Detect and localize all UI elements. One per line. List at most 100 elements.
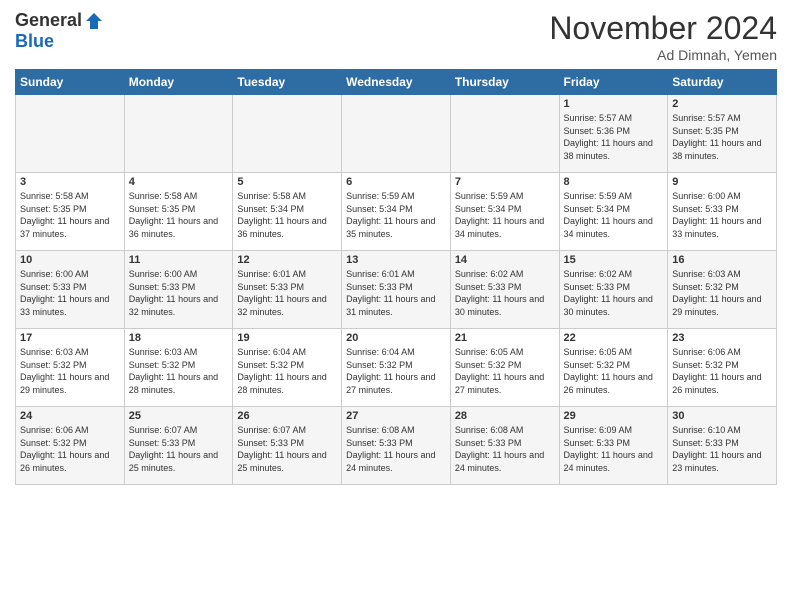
- calendar-cell: 13 Sunrise: 6:01 AM Sunset: 5:33 PM Dayli…: [342, 251, 451, 329]
- day-number: 8: [564, 176, 664, 188]
- day-number: 20: [346, 332, 446, 344]
- calendar-cell: [16, 95, 125, 173]
- day-number: 10: [20, 254, 120, 266]
- day-info: Sunrise: 5:59 AM Sunset: 5:34 PM Dayligh…: [455, 190, 555, 240]
- calendar-table: SundayMondayTuesdayWednesdayThursdayFrid…: [15, 69, 777, 485]
- day-number: 12: [237, 254, 337, 266]
- calendar-cell: [124, 95, 233, 173]
- calendar-cell: 17 Sunrise: 6:03 AM Sunset: 5:32 PM Dayli…: [16, 329, 125, 407]
- day-info: Sunrise: 6:07 AM Sunset: 5:33 PM Dayligh…: [129, 424, 229, 474]
- day-number: 21: [455, 332, 555, 344]
- calendar-cell: 18 Sunrise: 6:03 AM Sunset: 5:32 PM Dayli…: [124, 329, 233, 407]
- day-number: 26: [237, 410, 337, 422]
- calendar-cell: 10 Sunrise: 6:00 AM Sunset: 5:33 PM Dayli…: [16, 251, 125, 329]
- day-number: 11: [129, 254, 229, 266]
- calendar-cell: 29 Sunrise: 6:09 AM Sunset: 5:33 PM Dayli…: [559, 407, 668, 485]
- calendar-cell: 15 Sunrise: 6:02 AM Sunset: 5:33 PM Dayli…: [559, 251, 668, 329]
- day-number: 25: [129, 410, 229, 422]
- header: General Blue November 2024 Ad Dimnah, Ye…: [15, 10, 777, 63]
- day-info: Sunrise: 5:59 AM Sunset: 5:34 PM Dayligh…: [564, 190, 664, 240]
- calendar-cell: 23 Sunrise: 6:06 AM Sunset: 5:32 PM Dayli…: [668, 329, 777, 407]
- day-info: Sunrise: 6:07 AM Sunset: 5:33 PM Dayligh…: [237, 424, 337, 474]
- day-number: 27: [346, 410, 446, 422]
- day-info: Sunrise: 6:03 AM Sunset: 5:32 PM Dayligh…: [129, 346, 229, 396]
- calendar-cell: 25 Sunrise: 6:07 AM Sunset: 5:33 PM Dayli…: [124, 407, 233, 485]
- day-info: Sunrise: 6:10 AM Sunset: 5:33 PM Dayligh…: [672, 424, 772, 474]
- calendar-cell: 24Sunrise: 6:06 AM Sunset: 5:32 PM Dayli…: [16, 407, 125, 485]
- title-block: November 2024 Ad Dimnah, Yemen: [549, 10, 777, 63]
- day-number: 16: [672, 254, 772, 266]
- calendar-cell: [233, 95, 342, 173]
- day-info: Sunrise: 6:06 AM Sunset: 5:32 PM Dayligh…: [20, 424, 120, 474]
- logo-blue-text: Blue: [15, 31, 54, 51]
- day-info: Sunrise: 5:57 AM Sunset: 5:36 PM Dayligh…: [564, 112, 664, 162]
- calendar-cell: 9 Sunrise: 6:00 AM Sunset: 5:33 PM Daylig…: [668, 173, 777, 251]
- calendar-cell: 5 Sunrise: 5:58 AM Sunset: 5:34 PM Daylig…: [233, 173, 342, 251]
- logo-general-text: General: [15, 10, 82, 31]
- calendar-week-3: 10 Sunrise: 6:00 AM Sunset: 5:33 PM Dayli…: [16, 251, 777, 329]
- calendar-cell: 4 Sunrise: 5:58 AM Sunset: 5:35 PM Daylig…: [124, 173, 233, 251]
- day-info: Sunrise: 6:01 AM Sunset: 5:33 PM Dayligh…: [346, 268, 446, 318]
- day-number: 23: [672, 332, 772, 344]
- day-number: 5: [237, 176, 337, 188]
- calendar-cell: 12Sunrise: 6:01 AM Sunset: 5:33 PM Dayli…: [233, 251, 342, 329]
- day-info: Sunrise: 6:03 AM Sunset: 5:32 PM Dayligh…: [20, 346, 120, 396]
- day-info: Sunrise: 6:04 AM Sunset: 5:32 PM Dayligh…: [237, 346, 337, 396]
- day-info: Sunrise: 6:08 AM Sunset: 5:33 PM Dayligh…: [346, 424, 446, 474]
- calendar-cell: 19 Sunrise: 6:04 AM Sunset: 5:32 PM Dayli…: [233, 329, 342, 407]
- day-info: Sunrise: 6:00 AM Sunset: 5:33 PM Dayligh…: [20, 268, 120, 318]
- day-number: 13: [346, 254, 446, 266]
- calendar-cell: 16Sunrise: 6:03 AM Sunset: 5:32 PM Dayli…: [668, 251, 777, 329]
- day-info: Sunrise: 6:06 AM Sunset: 5:32 PM Dayligh…: [672, 346, 772, 396]
- calendar-cell: [342, 95, 451, 173]
- day-number: 2: [672, 98, 772, 110]
- day-number: 15: [564, 254, 664, 266]
- col-header-wednesday: Wednesday: [342, 70, 451, 95]
- day-number: 1: [564, 98, 664, 110]
- day-info: Sunrise: 5:59 AM Sunset: 5:34 PM Dayligh…: [346, 190, 446, 240]
- day-number: 7: [455, 176, 555, 188]
- calendar-cell: 8 Sunrise: 5:59 AM Sunset: 5:34 PM Daylig…: [559, 173, 668, 251]
- day-number: 18: [129, 332, 229, 344]
- calendar-cell: 28Sunrise: 6:08 AM Sunset: 5:33 PM Dayli…: [450, 407, 559, 485]
- day-number: 17: [20, 332, 120, 344]
- day-info: Sunrise: 6:02 AM Sunset: 5:33 PM Dayligh…: [455, 268, 555, 318]
- day-number: 6: [346, 176, 446, 188]
- calendar-cell: 22Sunrise: 6:05 AM Sunset: 5:32 PM Dayli…: [559, 329, 668, 407]
- calendar-cell: 1 Sunrise: 5:57 AM Sunset: 5:36 PM Daylig…: [559, 95, 668, 173]
- day-info: Sunrise: 5:58 AM Sunset: 5:35 PM Dayligh…: [129, 190, 229, 240]
- day-number: 14: [455, 254, 555, 266]
- day-number: 28: [455, 410, 555, 422]
- day-info: Sunrise: 6:09 AM Sunset: 5:33 PM Dayligh…: [564, 424, 664, 474]
- calendar-header-row: SundayMondayTuesdayWednesdayThursdayFrid…: [16, 70, 777, 95]
- day-number: 4: [129, 176, 229, 188]
- month-year: November 2024: [549, 10, 777, 47]
- calendar-cell: 11Sunrise: 6:00 AM Sunset: 5:33 PM Dayli…: [124, 251, 233, 329]
- day-info: Sunrise: 5:58 AM Sunset: 5:35 PM Dayligh…: [20, 190, 120, 240]
- day-number: 9: [672, 176, 772, 188]
- col-header-saturday: Saturday: [668, 70, 777, 95]
- day-info: Sunrise: 6:00 AM Sunset: 5:33 PM Dayligh…: [672, 190, 772, 240]
- col-header-thursday: Thursday: [450, 70, 559, 95]
- logo-icon: [84, 11, 104, 31]
- day-number: 29: [564, 410, 664, 422]
- calendar-cell: 20 Sunrise: 6:04 AM Sunset: 5:32 PM Dayli…: [342, 329, 451, 407]
- day-info: Sunrise: 6:02 AM Sunset: 5:33 PM Dayligh…: [564, 268, 664, 318]
- day-number: 19: [237, 332, 337, 344]
- calendar-cell: 26 Sunrise: 6:07 AM Sunset: 5:33 PM Dayli…: [233, 407, 342, 485]
- calendar-cell: 3 Sunrise: 5:58 AM Sunset: 5:35 PM Daylig…: [16, 173, 125, 251]
- calendar-cell: 21 Sunrise: 6:05 AM Sunset: 5:32 PM Dayli…: [450, 329, 559, 407]
- day-number: 30: [672, 410, 772, 422]
- day-info: Sunrise: 5:57 AM Sunset: 5:35 PM Dayligh…: [672, 112, 772, 162]
- col-header-sunday: Sunday: [16, 70, 125, 95]
- col-header-tuesday: Tuesday: [233, 70, 342, 95]
- day-info: Sunrise: 6:05 AM Sunset: 5:32 PM Dayligh…: [455, 346, 555, 396]
- day-number: 22: [564, 332, 664, 344]
- calendar-week-2: 3 Sunrise: 5:58 AM Sunset: 5:35 PM Daylig…: [16, 173, 777, 251]
- day-info: Sunrise: 6:04 AM Sunset: 5:32 PM Dayligh…: [346, 346, 446, 396]
- day-number: 3: [20, 176, 120, 188]
- day-info: Sunrise: 5:58 AM Sunset: 5:34 PM Dayligh…: [237, 190, 337, 240]
- calendar-week-5: 24Sunrise: 6:06 AM Sunset: 5:32 PM Dayli…: [16, 407, 777, 485]
- calendar-cell: 30 Sunrise: 6:10 AM Sunset: 5:33 PM Dayli…: [668, 407, 777, 485]
- calendar-cell: 7 Sunrise: 5:59 AM Sunset: 5:34 PM Daylig…: [450, 173, 559, 251]
